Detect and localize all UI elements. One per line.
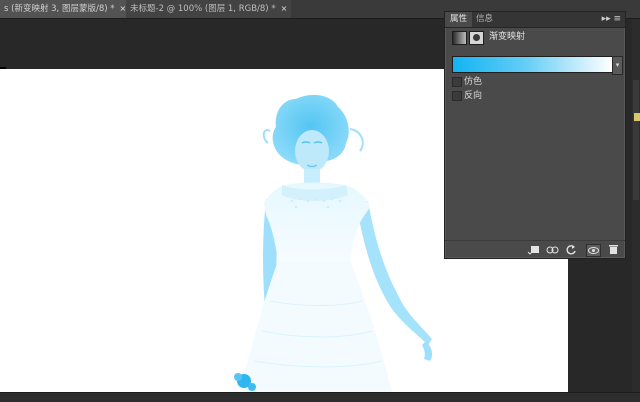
adjustment-title: 渐变映射 [489, 32, 526, 42]
reverse-option[interactable]: 反向 [452, 90, 552, 102]
layer-mask-icon[interactable] [469, 31, 484, 45]
vertical-scrollbar[interactable] [632, 19, 640, 401]
panel-tab-bar: 属性 信息 ▸▸ ≡ [445, 12, 625, 28]
properties-panel: 属性 信息 ▸▸ ≡ 渐变映射 ▾ 仿色 反向 [444, 11, 626, 259]
view-previous-state-icon[interactable] [546, 244, 559, 255]
tab-info[interactable]: 信息 [471, 12, 498, 27]
chevron-down-icon[interactable]: ▾ [612, 56, 623, 75]
panel-menu-icon[interactable]: ▸▸ ≡ [602, 12, 621, 27]
document-tab-untitled[interactable]: 未标题-2 @ 100% (图层 1, RGB/8) * × [126, 0, 292, 18]
trash-icon[interactable] [607, 244, 620, 255]
panel-footer-toolbar [445, 240, 625, 259]
close-icon[interactable]: × [281, 4, 288, 13]
dither-label: 仿色 [464, 77, 483, 87]
edge-marker [634, 113, 640, 121]
gradient-preview-bar[interactable] [452, 56, 613, 73]
tab-properties[interactable]: 属性 [445, 12, 473, 27]
dither-checkbox[interactable] [452, 77, 462, 87]
visibility-eye-icon[interactable] [586, 244, 601, 257]
reset-icon[interactable] [565, 244, 578, 255]
reverse-label: 反向 [464, 91, 483, 101]
gradient-map-adjustment-icon[interactable] [452, 31, 467, 45]
dither-option[interactable]: 仿色 [452, 76, 552, 88]
document-tab-label: 未标题-2 @ 100% (图层 1, RGB/8) * [130, 4, 276, 14]
document-tab-label: s (新变映射 3, 图层蒙版/8) * [4, 4, 115, 14]
document-tab-active[interactable]: s (新变映射 3, 图层蒙版/8) * × [0, 0, 131, 18]
reverse-checkbox[interactable] [452, 91, 462, 101]
clip-to-layer-icon[interactable] [527, 244, 540, 255]
vertical-scrollbar-thumb[interactable] [633, 80, 639, 200]
adjustment-header: 渐变映射 [452, 30, 618, 46]
